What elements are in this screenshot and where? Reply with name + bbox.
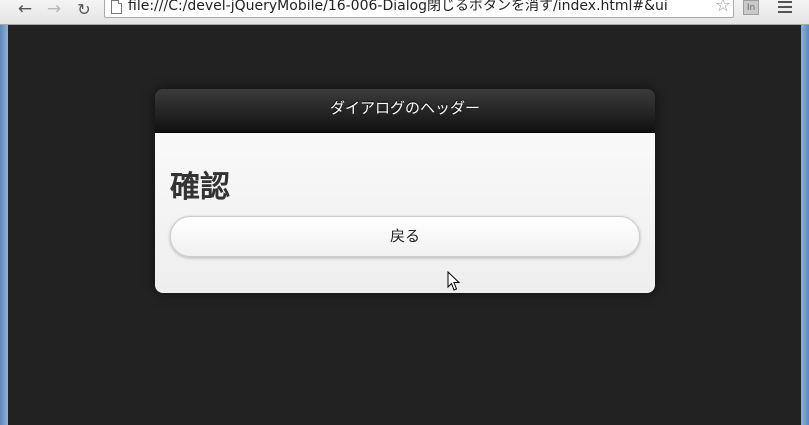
mouse-cursor-icon (447, 271, 461, 291)
dialog: ダイアログのヘッダー 確認 戻る (155, 89, 655, 293)
reload-icon[interactable]: ↻ (73, 0, 95, 18)
address-bar[interactable]: file:///C:/devel-jQueryMobile/16-006-Dia… (104, 0, 734, 18)
browser-toolbar: ← → ↻ file:///C:/devel-jQueryMobile/16-0… (0, 0, 809, 25)
forward-arrow-icon[interactable]: → (43, 0, 65, 18)
dialog-title: 確認 (170, 170, 230, 205)
page-icon (111, 0, 122, 14)
hamburger-menu-icon[interactable] (778, 1, 792, 15)
window-frame-left (0, 0, 8, 425)
page-background: ダイアログのヘッダー 確認 戻る (8, 25, 801, 425)
dialog-header: ダイアログのヘッダー (155, 89, 655, 133)
url-text[interactable]: file:///C:/devel-jQueryMobile/16-006-Dia… (128, 0, 668, 15)
back-button[interactable]: 戻る (170, 216, 640, 257)
dialog-content: 確認 戻る (155, 133, 655, 293)
bookmark-star-icon[interactable]: ☆ (713, 0, 733, 17)
extension-icon[interactable]: In (743, 0, 759, 15)
window-frame-right (801, 0, 809, 425)
back-arrow-icon[interactable]: ← (14, 0, 36, 18)
